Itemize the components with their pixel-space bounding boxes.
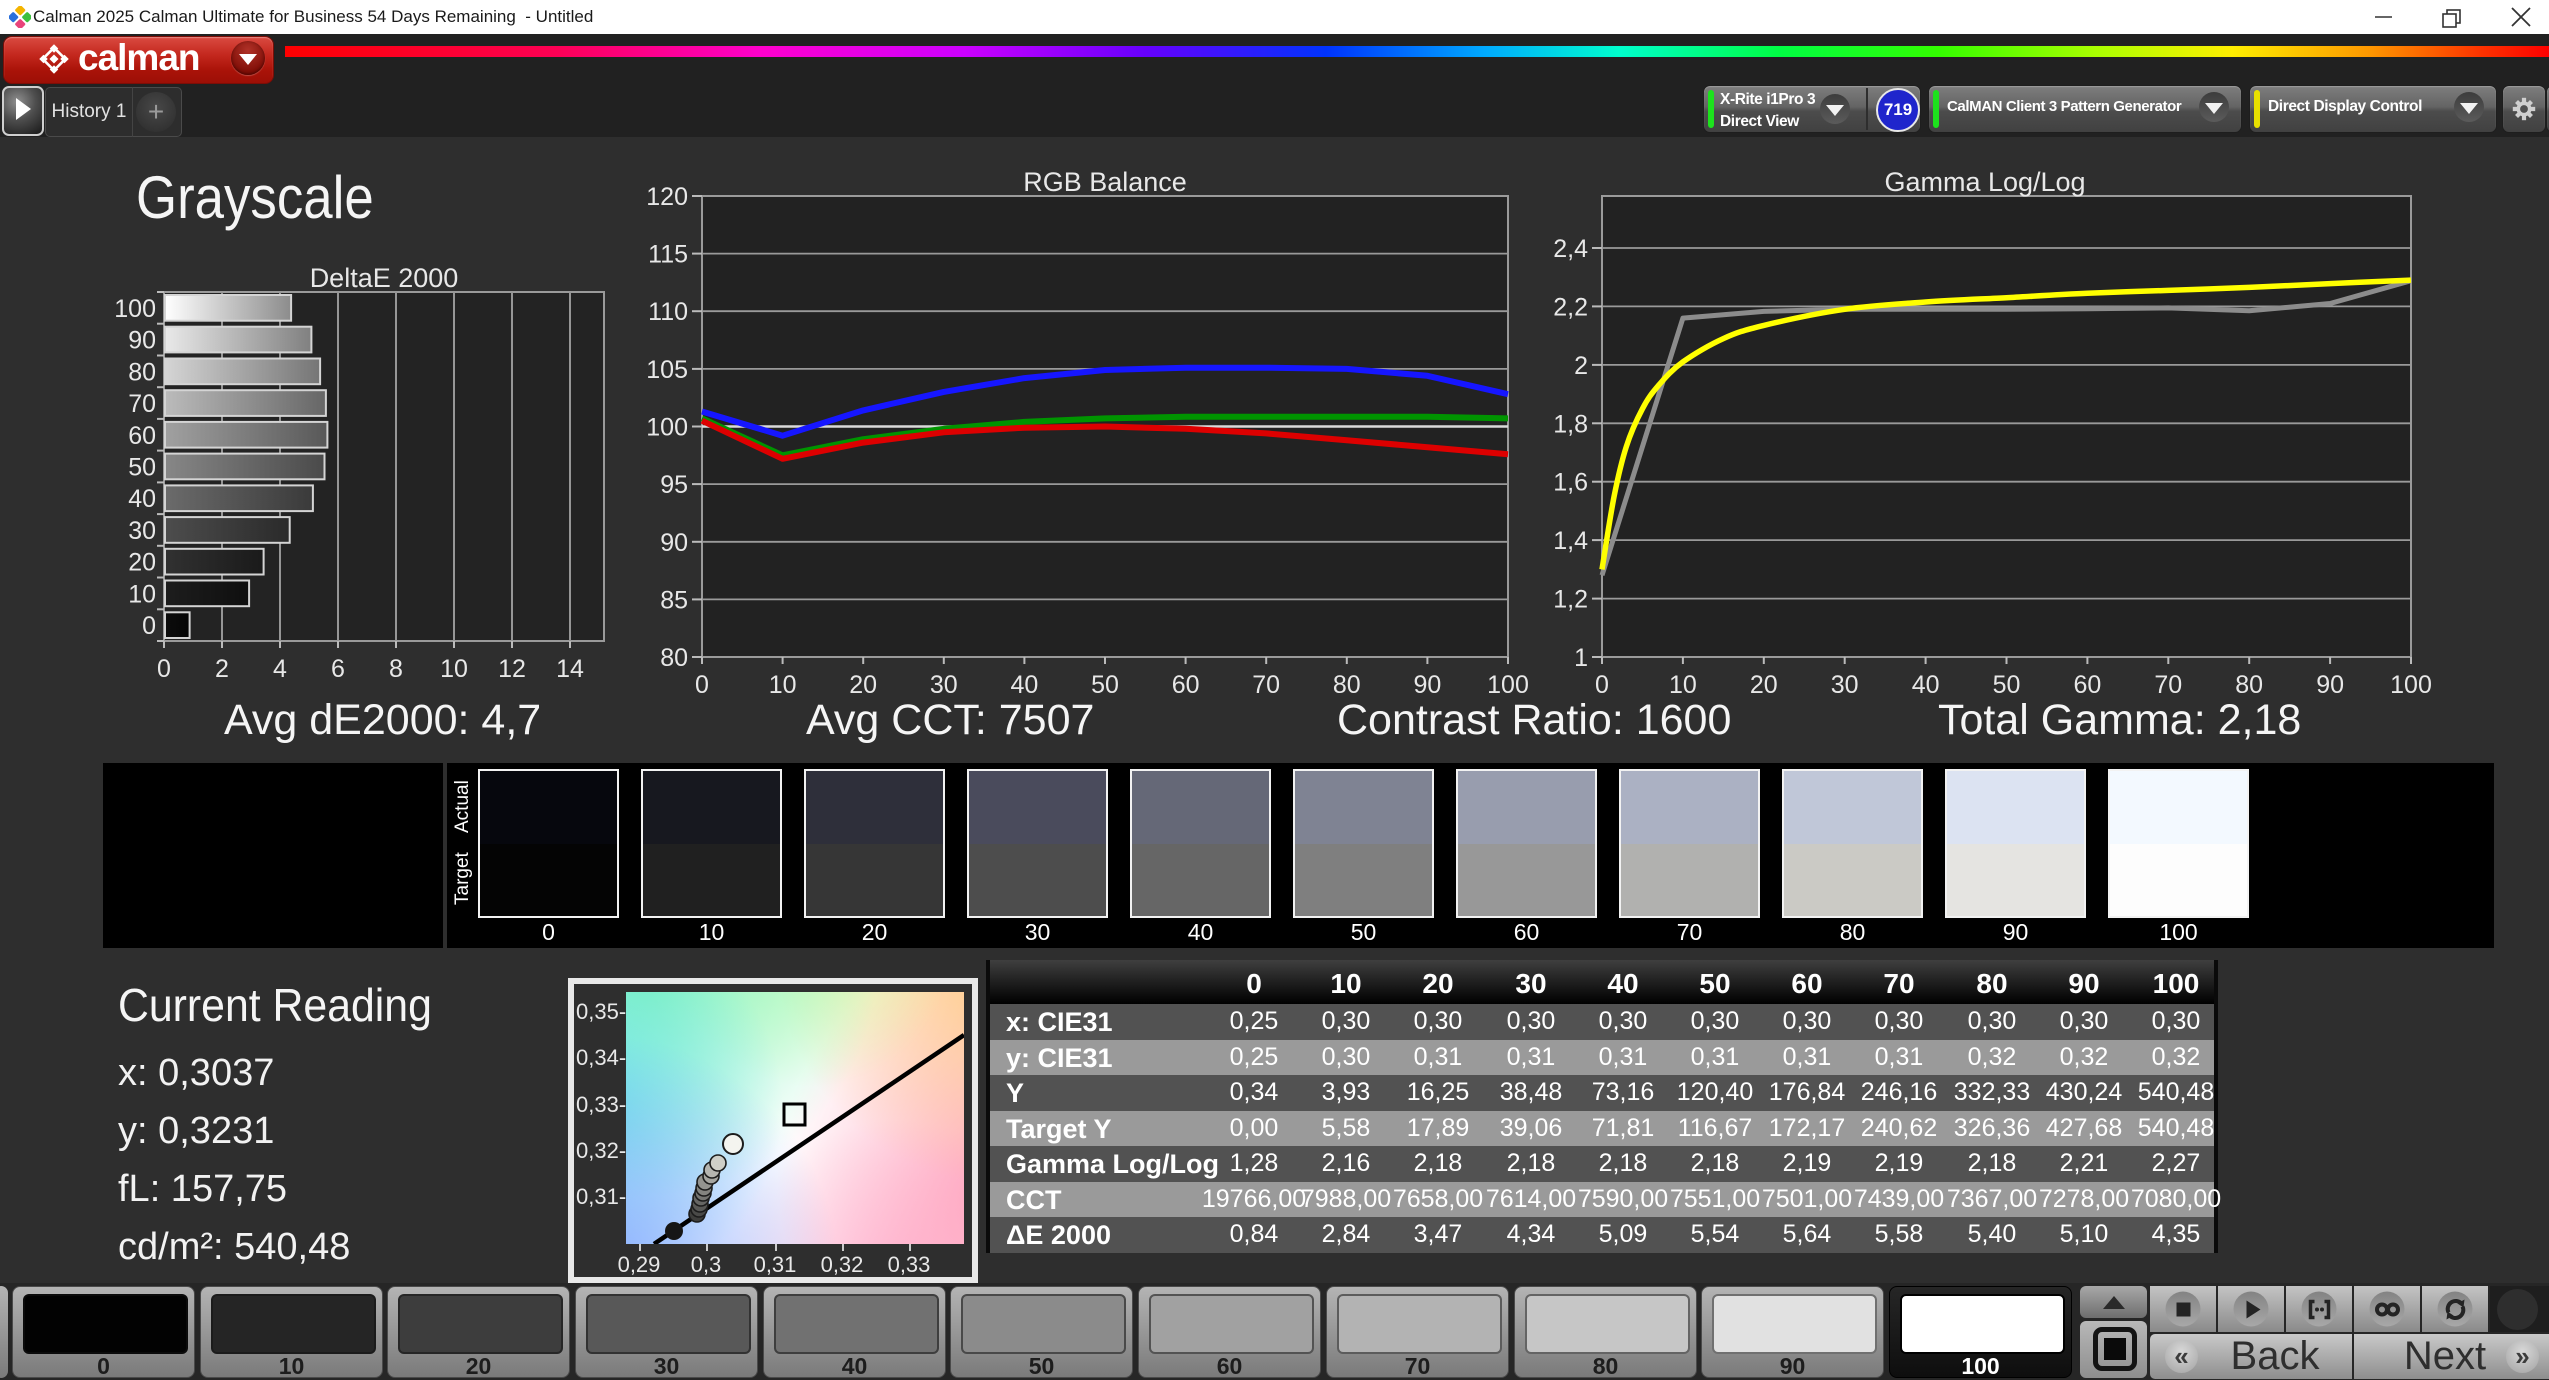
svg-text:Gamma Log/Log: Gamma Log/Log [1884, 167, 2085, 197]
svg-text:2,2: 2,2 [1553, 293, 1588, 321]
svg-text:10: 10 [1669, 671, 1697, 699]
svg-text:115: 115 [648, 241, 688, 269]
svg-text:20: 20 [1750, 671, 1778, 699]
svg-text:80: 80 [1333, 671, 1361, 699]
svg-text:90: 90 [128, 327, 156, 355]
svg-text:110: 110 [648, 298, 688, 326]
svg-text:1,2: 1,2 [1553, 586, 1588, 614]
svg-text:0: 0 [157, 655, 171, 683]
svg-text:80: 80 [2235, 671, 2263, 699]
svg-text:DeltaE 2000: DeltaE 2000 [310, 263, 459, 293]
svg-text:12: 12 [498, 655, 526, 683]
svg-text:6: 6 [331, 655, 345, 683]
svg-text:60: 60 [2073, 671, 2101, 699]
svg-text:8: 8 [389, 655, 403, 683]
svg-text:2,4: 2,4 [1553, 235, 1588, 263]
svg-text:RGB Balance: RGB Balance [1023, 167, 1187, 197]
svg-text:80: 80 [128, 358, 156, 386]
svg-text:70: 70 [128, 390, 156, 418]
svg-text:20: 20 [128, 549, 156, 577]
svg-text:50: 50 [1091, 671, 1119, 699]
svg-text:95: 95 [660, 471, 688, 499]
svg-text:40: 40 [128, 485, 156, 513]
svg-text:1,6: 1,6 [1553, 469, 1588, 497]
svg-text:0: 0 [1595, 671, 1609, 699]
svg-text:10: 10 [128, 580, 156, 608]
svg-text:1: 1 [1574, 644, 1588, 672]
svg-text:50: 50 [1993, 671, 2021, 699]
svg-text:120: 120 [646, 183, 688, 211]
svg-text:30: 30 [1831, 671, 1859, 699]
svg-text:30: 30 [128, 517, 156, 545]
svg-text:105: 105 [646, 356, 688, 384]
svg-text:40: 40 [1010, 671, 1038, 699]
svg-text:30: 30 [930, 671, 958, 699]
svg-text:100: 100 [646, 414, 688, 442]
svg-text:50: 50 [128, 454, 156, 482]
svg-text:100: 100 [1487, 671, 1529, 699]
svg-text:0: 0 [695, 671, 709, 699]
svg-text:70: 70 [1252, 671, 1280, 699]
svg-text:10: 10 [769, 671, 797, 699]
svg-text:1,4: 1,4 [1553, 527, 1588, 555]
svg-text:1,8: 1,8 [1553, 410, 1588, 438]
svg-text:2: 2 [215, 655, 229, 683]
svg-text:14: 14 [556, 655, 584, 683]
svg-text:40: 40 [1912, 671, 1940, 699]
svg-text:100: 100 [114, 295, 156, 323]
svg-text:85: 85 [660, 586, 688, 614]
svg-text:20: 20 [849, 671, 877, 699]
svg-text:80: 80 [660, 644, 688, 672]
svg-text:100: 100 [2390, 671, 2432, 699]
svg-text:70: 70 [2154, 671, 2182, 699]
svg-text:60: 60 [128, 422, 156, 450]
svg-text:60: 60 [1172, 671, 1200, 699]
svg-text:90: 90 [2316, 671, 2344, 699]
svg-text:0: 0 [142, 612, 156, 640]
svg-text:4: 4 [273, 655, 287, 683]
svg-text:10: 10 [440, 655, 468, 683]
svg-text:90: 90 [1413, 671, 1441, 699]
svg-text:2: 2 [1574, 352, 1588, 380]
svg-text:90: 90 [660, 529, 688, 557]
